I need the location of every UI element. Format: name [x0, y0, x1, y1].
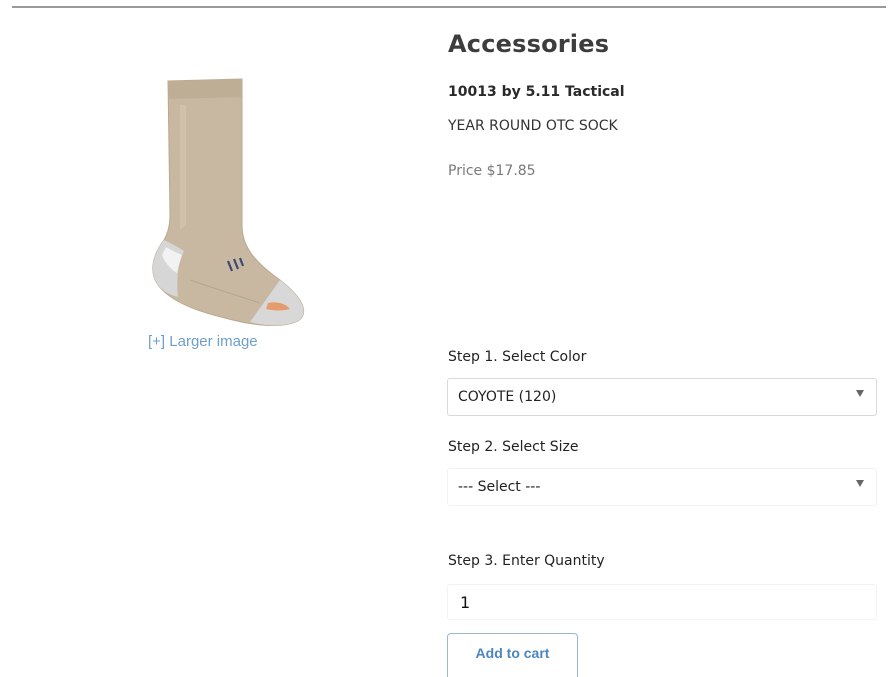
product-name: YEAR ROUND OTC SOCK — [448, 118, 618, 134]
product-page: [+] Larger image Accessories 10013 by 5.… — [0, 0, 888, 677]
top-divider — [12, 6, 886, 8]
quantity-input[interactable] — [447, 584, 877, 620]
color-select-value: COYOTE (120) — [458, 389, 557, 405]
step2-label: Step 2. Select Size — [448, 439, 579, 455]
step3-label: Step 3. Enter Quantity — [448, 553, 605, 569]
product-price: Price $17.85 — [448, 163, 536, 179]
color-select[interactable]: COYOTE (120) — [447, 378, 877, 416]
size-select[interactable]: --- Select --- — [447, 468, 877, 506]
category-title: Accessories — [448, 30, 610, 58]
step1-label: Step 1. Select Color — [448, 349, 587, 365]
sock-product-image[interactable] — [140, 75, 320, 330]
product-brand-line: 10013 by 5.11 Tactical — [448, 84, 625, 100]
size-select-value: --- Select --- — [458, 479, 541, 495]
add-to-cart-button[interactable]: Add to cart — [447, 633, 578, 677]
chevron-down-icon — [856, 480, 864, 487]
chevron-down-icon — [856, 390, 864, 397]
larger-image-link[interactable]: [+] Larger image — [148, 333, 258, 350]
